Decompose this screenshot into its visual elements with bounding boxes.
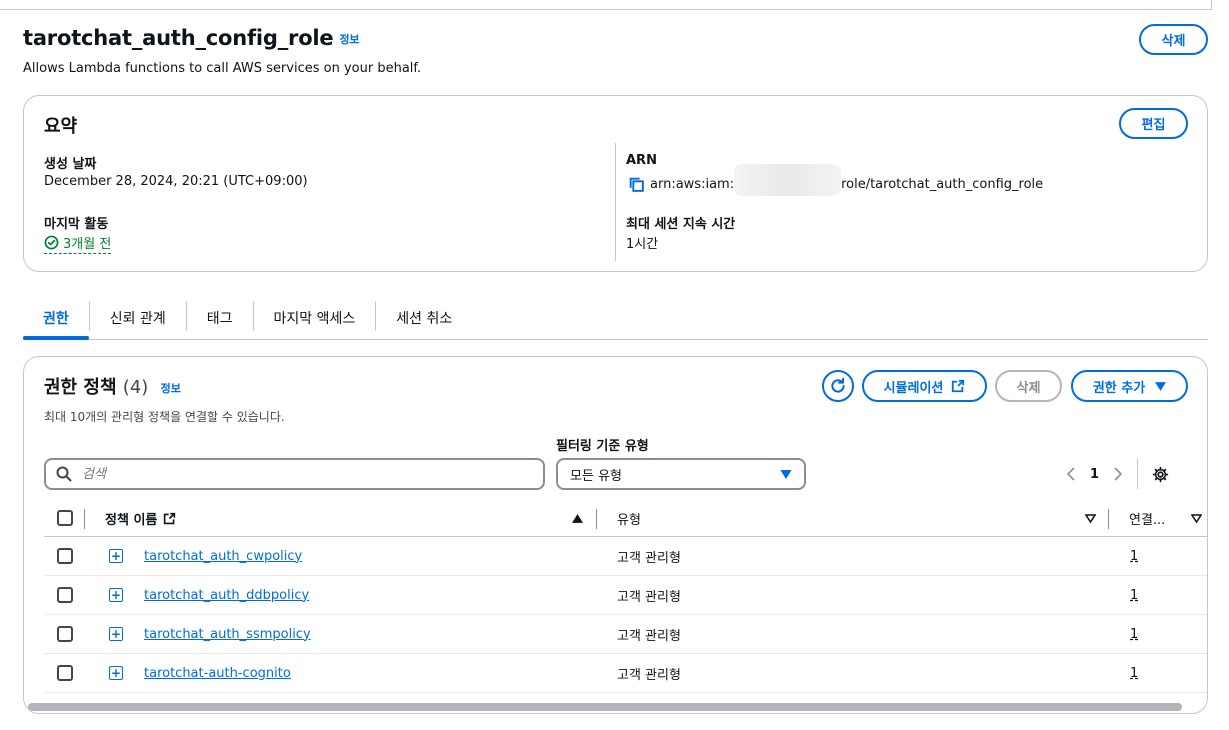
tab-tags[interactable]: 태그	[187, 298, 253, 338]
search-input[interactable]	[82, 466, 522, 482]
chevron-right-icon[interactable]	[1113, 467, 1123, 481]
column-type[interactable]: 유형	[617, 500, 641, 536]
row-checkbox[interactable]	[57, 548, 73, 564]
horizontal-scrollbar[interactable]	[28, 703, 1182, 711]
attached-count[interactable]: 1	[1130, 627, 1138, 642]
top-divider-end	[1211, 0, 1212, 10]
policy-type: 고객 관리형	[617, 628, 681, 644]
arn-value: arn:aws:iam: role/tarotchat_auth_config_r…	[628, 164, 1044, 196]
last-activity-value[interactable]: 3개월 전	[44, 233, 112, 254]
policy-link[interactable]: tarotchat_auth_ssmpolicy	[144, 627, 311, 642]
policies-title-text: 권한 정책	[44, 377, 117, 398]
redacted-account-id	[734, 164, 842, 196]
external-link-icon	[952, 379, 965, 393]
top-divider	[0, 9, 1212, 10]
simulate-button[interactable]: 시뮬레이션	[862, 370, 987, 402]
arn-prefix: arn:aws:iam:	[650, 176, 735, 192]
created-value: December 28, 2024, 20:21 (UTC+09:00)	[44, 174, 308, 189]
add-permissions-label: 권한 추가	[1092, 380, 1146, 396]
attached-count[interactable]: 1	[1130, 666, 1138, 681]
policy-link[interactable]: tarotchat_auth_ddbpolicy	[144, 588, 309, 603]
policies-title: 권한 정책 (4) 정보	[44, 373, 181, 399]
sort-ascending-icon[interactable]	[572, 500, 583, 536]
search-icon	[56, 466, 72, 482]
page-number[interactable]: 1	[1090, 467, 1099, 482]
table-row: + tarotchat_auth_cwpolicy 고객 관리형 1	[44, 537, 1207, 576]
max-session-value: 1시간	[626, 237, 659, 252]
filter-type-value: 모든 유형	[570, 468, 622, 484]
arn-label: ARN	[626, 153, 657, 168]
row-checkbox[interactable]	[57, 665, 73, 681]
caret-down-icon	[780, 469, 792, 479]
tab-bar: 권한 신뢰 관계 태그 마지막 액세스 세션 취소	[23, 298, 1208, 340]
column-policy-name[interactable]: 정책 이름	[105, 500, 176, 536]
refresh-button[interactable]	[822, 370, 854, 402]
delete-role-button[interactable]: 삭제	[1139, 24, 1208, 55]
summary-title: 요약	[44, 116, 78, 137]
caret-down-icon	[1155, 381, 1167, 391]
check-circle-icon	[44, 235, 59, 250]
max-session-label: 최대 세션 지속 시간	[626, 217, 736, 232]
policies-description: 최대 10개의 관리형 정책을 연결할 수 있습니다.	[44, 410, 285, 424]
summary-divider	[615, 143, 616, 261]
tab-revoke-sessions[interactable]: 세션 취소	[376, 298, 472, 338]
policy-type: 고객 관리형	[617, 589, 681, 605]
pagination: 1	[1066, 458, 1169, 490]
row-checkbox[interactable]	[57, 626, 73, 642]
expand-icon[interactable]: +	[109, 588, 123, 602]
policy-type: 고객 관리형	[617, 667, 681, 683]
summary-card: 요약 편집 생성 날짜 December 28, 2024, 20:21 (UT…	[23, 95, 1208, 272]
table-row: + tarotchat_auth_ssmpolicy 고객 관리형 1	[44, 615, 1207, 654]
tab-trust-relationships[interactable]: 신뢰 관계	[90, 298, 186, 338]
expand-icon[interactable]: +	[109, 549, 123, 563]
gear-icon[interactable]	[1152, 466, 1169, 483]
chevron-left-icon[interactable]	[1066, 467, 1076, 481]
refresh-icon	[831, 377, 845, 393]
expand-icon[interactable]: +	[109, 627, 123, 641]
policies-info-link[interactable]: 정보	[161, 382, 181, 395]
delete-policy-button[interactable]: 삭제	[995, 370, 1062, 402]
tab-last-accessed[interactable]: 마지막 액세스	[254, 298, 376, 338]
table-row: + tarotchat_auth_ddbpolicy 고객 관리형 1	[44, 576, 1207, 615]
add-permissions-button[interactable]: 권한 추가	[1071, 370, 1188, 402]
role-name: tarotchat_auth_config_role	[23, 26, 334, 50]
row-checkbox[interactable]	[57, 587, 73, 603]
info-link[interactable]: 정보	[339, 33, 359, 46]
sort-icon[interactable]	[1085, 500, 1096, 536]
select-all-checkbox[interactable]	[57, 510, 73, 526]
expand-icon[interactable]: +	[109, 666, 123, 680]
tab-permissions[interactable]: 권한	[23, 298, 89, 340]
filter-type-select[interactable]: 모든 유형	[556, 458, 806, 490]
policies-count: (4)	[122, 377, 149, 398]
attached-count[interactable]: 1	[1130, 588, 1138, 603]
edit-button[interactable]: 편집	[1119, 108, 1188, 139]
pager-separator	[1137, 459, 1139, 489]
table-header: 정책 이름 유형 연결...	[44, 500, 1207, 537]
attached-count[interactable]: 1	[1130, 549, 1138, 564]
arn-suffix: role/tarotchat_auth_config_role	[841, 176, 1044, 192]
table-row: + tarotchat-auth-cognito 고객 관리형 1	[44, 654, 1207, 693]
page-title: tarotchat_auth_config_role 정보	[23, 26, 360, 50]
role-description: Allows Lambda functions to call AWS serv…	[23, 61, 422, 76]
permission-policies-card: 권한 정책 (4) 정보 최대 10개의 관리형 정책을 연결할 수 있습니다.…	[23, 356, 1208, 714]
simulate-label: 시뮬레이션	[883, 380, 944, 396]
search-field[interactable]	[44, 458, 545, 490]
column-separator	[1108, 509, 1109, 529]
column-policy-name-label: 정책 이름	[105, 512, 158, 528]
column-separator	[84, 509, 85, 529]
external-link-icon	[164, 512, 176, 524]
created-label: 생성 날짜	[44, 157, 97, 172]
column-separator	[596, 509, 597, 529]
copy-icon[interactable]	[628, 176, 645, 193]
policy-link[interactable]: tarotchat-auth-cognito	[144, 666, 291, 681]
sort-icon[interactable]	[1191, 500, 1202, 536]
last-activity-label: 마지막 활동	[44, 217, 109, 232]
last-activity-text: 3개월 전	[63, 237, 112, 252]
policy-type: 고객 관리형	[617, 550, 681, 566]
policy-link[interactable]: tarotchat_auth_cwpolicy	[144, 549, 302, 564]
filter-type-label: 필터링 기준 유형	[556, 439, 649, 454]
column-attached[interactable]: 연결...	[1129, 500, 1165, 536]
